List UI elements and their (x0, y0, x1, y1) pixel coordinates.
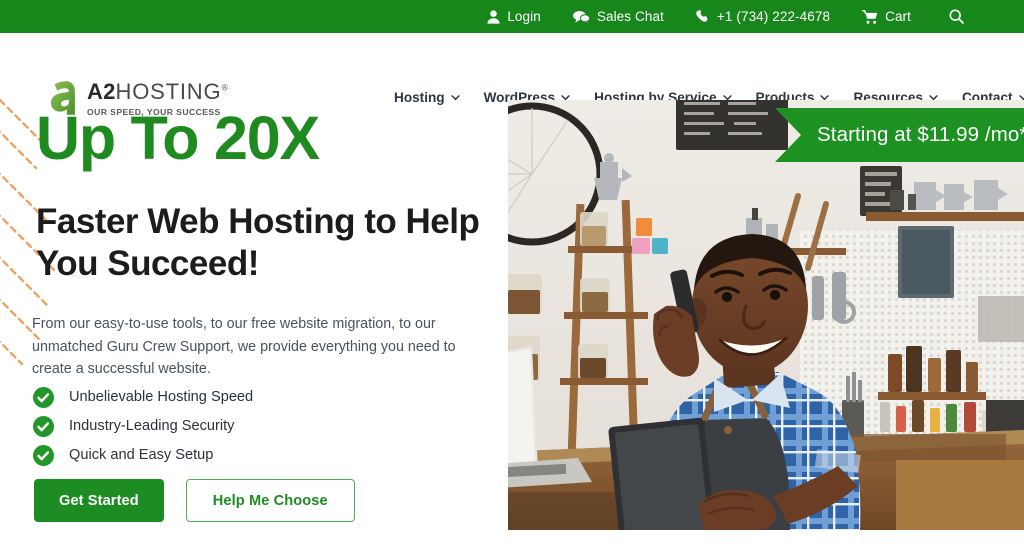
cart-link[interactable]: Cart (846, 9, 927, 24)
list-item: Industry-Leading Security (33, 412, 473, 441)
hero-image-panel: Starting at $11.99 /mo* (508, 100, 1024, 530)
phone-link[interactable]: +1 (734) 222-4678 (680, 9, 846, 24)
feature-label: Unbelievable Hosting Speed (69, 389, 254, 406)
hero-headline-main: Faster Web Hosting to Help You Succeed! (36, 202, 480, 283)
search-button[interactable] (927, 9, 964, 24)
check-circle-icon (33, 445, 54, 466)
check-circle-icon (33, 416, 54, 437)
phone-icon (696, 9, 710, 24)
help-me-choose-button[interactable]: Help Me Choose (185, 479, 355, 522)
sales-chat-link[interactable]: Sales Chat (557, 9, 680, 24)
hero-headline-top: Up To 20X (36, 104, 320, 172)
hero-paragraph: From our easy-to-use tools, to our free … (32, 316, 456, 378)
phone-label: +1 (734) 222-4678 (716, 9, 831, 24)
hero-feature-list: Unbelievable Hosting Speed Industry-Lead… (33, 383, 473, 471)
chat-bubble-icon (572, 10, 590, 24)
top-utility-bar: Login Sales Chat +1 (734) 222-4678 Cart (0, 0, 1024, 33)
shopping-cart-icon (862, 9, 878, 24)
search-icon (949, 9, 964, 24)
list-item: Unbelievable Hosting Speed (33, 383, 473, 412)
barista-photo (508, 100, 1024, 530)
top-utility-items: Login Sales Chat +1 (734) 222-4678 Cart (471, 9, 964, 24)
registered-trademark-icon: ® (221, 82, 229, 93)
cart-label: Cart (885, 9, 911, 24)
login-label: Login (507, 9, 541, 24)
sales-chat-label: Sales Chat (596, 9, 664, 24)
login-link[interactable]: Login (471, 9, 557, 24)
hero-content: Up To 20X Faster Web Hosting to Help You… (0, 98, 508, 554)
site-header: A2HOSTING® OUR SPEED, YOUR SUCCESS Hosti… (0, 33, 1024, 117)
get-started-button[interactable]: Get Started (34, 479, 164, 522)
user-icon (487, 9, 500, 24)
feature-label: Quick and Easy Setup (69, 447, 214, 464)
hero-cta-group: Get Started Help Me Choose (34, 479, 355, 522)
price-banner: Starting at $11.99 /mo* (775, 108, 1024, 162)
list-item: Quick and Easy Setup (33, 441, 473, 470)
a2-hosting-homepage: Login Sales Chat +1 (734) 222-4678 Cart … (0, 0, 1024, 554)
feature-label: Industry-Leading Security (69, 418, 235, 435)
check-circle-icon (33, 387, 54, 408)
